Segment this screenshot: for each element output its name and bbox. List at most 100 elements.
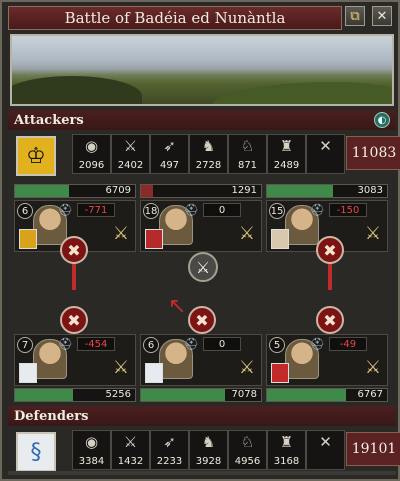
attackers-label: Attackers xyxy=(14,112,84,128)
left-defend-engage-icon[interactable]: ✖ xyxy=(60,306,88,334)
unit-count: 3928 xyxy=(195,456,222,467)
attackers-unit-horse-archer[interactable]: ♘ 871 xyxy=(228,134,267,174)
commander-coat-of-arms[interactable] xyxy=(271,363,289,383)
horse-archer-icon: ♘ xyxy=(240,433,255,451)
left-attack-engage-icon[interactable]: ✖ xyxy=(60,236,88,264)
unit-count: 1432 xyxy=(117,456,144,467)
commander-level-badge: 6 xyxy=(143,337,159,353)
attackers-total: 11083 xyxy=(346,136,400,170)
defenders-center-commander[interactable]: 6 ⛑ 0 ⚔ xyxy=(140,334,262,386)
defenders-unit-knight[interactable]: ♜ 3168 xyxy=(267,430,306,470)
commander-coat-of-arms[interactable] xyxy=(145,363,163,383)
right-attack-engage-icon[interactable]: ✖ xyxy=(316,236,344,264)
attackers-center-flank-bar: 1291 xyxy=(140,184,262,198)
defenders-unit-cavalry[interactable]: ♞ 3928 xyxy=(189,430,228,470)
defenders-coat-of-arms[interactable]: § xyxy=(16,432,56,472)
unit-count: 2402 xyxy=(117,160,144,171)
bottom-border xyxy=(8,471,396,475)
battle-scene-image xyxy=(10,34,394,106)
strength-fill xyxy=(267,185,333,197)
special-icon: ✕ xyxy=(319,433,332,451)
shield-icon: ◉ xyxy=(84,433,99,451)
close-icon: ✕ xyxy=(376,8,388,24)
commander-coat-of-arms[interactable] xyxy=(19,363,37,383)
serpent-icon: § xyxy=(30,439,42,465)
defenders-unit-axes[interactable]: ⚔ 1432 xyxy=(111,430,150,470)
tactic-sword-icon[interactable]: ⚔ xyxy=(365,357,381,378)
flank-strength: 6767 xyxy=(353,389,383,401)
eagle-icon: ♔ xyxy=(26,143,46,169)
flank-strength: 5256 xyxy=(101,389,131,401)
attackers-right-flank-bar: 3083 xyxy=(266,184,388,198)
casualties-value: -49 xyxy=(329,337,367,351)
strength-fill xyxy=(141,389,225,401)
unit-count: 497 xyxy=(159,160,180,171)
casualties-value: 0 xyxy=(203,203,241,217)
battle-window: Battle of Badéia ed Nunàntla ⧉ ✕ Attacke… xyxy=(0,0,400,481)
attackers-unit-axes[interactable]: ⚔ 2402 xyxy=(111,134,150,174)
axes-icon: ⚔ xyxy=(123,433,138,451)
attackers-coat-of-arms[interactable]: ♔ xyxy=(16,136,56,176)
helmet-icon: ⛑ xyxy=(57,337,73,351)
casualties-value: 0 xyxy=(203,337,241,351)
attackers-army-strip: ♔ ◉ 2096 ⚔ 2402 ➶ 497 ♞ 2728 ♘ 871 ♜ 2489 ✕ 11083 xyxy=(10,134,400,176)
helmet-icon: ⛑ xyxy=(57,203,73,217)
unit-count: 3384 xyxy=(78,456,105,467)
unit-count: 2096 xyxy=(78,160,105,171)
defenders-label: Defenders xyxy=(14,408,89,424)
right-defend-engage-icon[interactable]: ✖ xyxy=(316,306,344,334)
defenders-unit-shield[interactable]: ◉ 3384 xyxy=(72,430,111,470)
commander-level-badge: 7 xyxy=(17,337,33,353)
defenders-units: ◉ 3384 ⚔ 1432 ➶ 2233 ♞ 3928 ♘ 4956 ♜ 3168 ✕ xyxy=(72,430,348,470)
defenders-total: 19101 xyxy=(346,432,400,466)
defenders-left-flank-bar: 5256 xyxy=(14,388,136,402)
battle-field: ✖ ✖ ⚔ ✖ ✖ ✖ ↖ xyxy=(10,234,394,334)
bow-icon: ➶ xyxy=(163,433,176,451)
flank-strength: 1291 xyxy=(227,185,257,197)
defenders-army-strip: § ◉ 3384 ⚔ 1432 ➶ 2233 ♞ 3928 ♘ 4956 ♜ 3168 ✕ 19101 xyxy=(10,430,400,472)
window-title: Battle of Badéia ed Nunàntla xyxy=(8,6,342,30)
flank-strength: 7078 xyxy=(227,389,257,401)
defenders-left-commander[interactable]: 7 ⛑ -454 ⚔ xyxy=(14,334,136,386)
unit-count: 2489 xyxy=(273,160,300,171)
center-defend-engage-icon[interactable]: ✖ xyxy=(188,306,216,334)
defenders-right-flank-bar: 6767 xyxy=(266,388,388,402)
attackers-unit-knight[interactable]: ♜ 2489 xyxy=(267,134,306,174)
close-button[interactable]: ✕ xyxy=(372,6,392,26)
defenders-unit-horse-archer[interactable]: ♘ 4956 xyxy=(228,430,267,470)
tactic-sword-icon[interactable]: ⚔ xyxy=(239,357,255,378)
strength-fill xyxy=(141,185,153,197)
attackers-units: ◉ 2096 ⚔ 2402 ➶ 497 ♞ 2728 ♘ 871 ♜ 2489 ✕ xyxy=(72,134,348,174)
unit-count: 3168 xyxy=(273,456,300,467)
defenders-unit-bow[interactable]: ➶ 2233 xyxy=(150,430,189,470)
minimize-icon: ⧉ xyxy=(350,8,360,24)
attackers-unit-special[interactable]: ✕ xyxy=(306,134,345,174)
commander-level-badge: 18 xyxy=(143,203,159,219)
strength-fill xyxy=(15,389,73,401)
shield-icon: ◉ xyxy=(84,137,99,155)
unit-count: 871 xyxy=(237,160,258,171)
helmet-icon: ⛑ xyxy=(309,203,325,217)
retreat-arrow-icon: ↖ xyxy=(168,294,187,319)
center-clash-icon[interactable]: ⚔ xyxy=(188,252,218,282)
minimize-button[interactable]: ⧉ xyxy=(345,6,365,26)
knight-icon: ♜ xyxy=(279,433,294,451)
scene-hill-left xyxy=(12,76,142,104)
globe-icon[interactable]: ◐ xyxy=(374,112,390,128)
attackers-unit-cavalry[interactable]: ♞ 2728 xyxy=(189,134,228,174)
defenders-unit-special[interactable]: ✕ xyxy=(306,430,345,470)
cavalry-icon: ♞ xyxy=(201,137,216,155)
attackers-unit-bow[interactable]: ➶ 497 xyxy=(150,134,189,174)
strength-fill xyxy=(15,185,69,197)
window-title-text: Battle of Badéia ed Nunàntla xyxy=(64,9,286,27)
strength-fill xyxy=(267,389,347,401)
helmet-icon: ⛑ xyxy=(183,203,199,217)
tactic-sword-icon[interactable]: ⚔ xyxy=(113,357,129,378)
defenders-right-commander[interactable]: 5 ⛑ -49 ⚔ xyxy=(266,334,388,386)
casualties-value: -454 xyxy=(77,337,115,351)
cavalry-icon: ♞ xyxy=(201,433,216,451)
casualties-value: -771 xyxy=(77,203,115,217)
defenders-header: Defenders xyxy=(8,406,396,426)
helmet-icon: ⛑ xyxy=(183,337,199,351)
attackers-unit-shield[interactable]: ◉ 2096 xyxy=(72,134,111,174)
